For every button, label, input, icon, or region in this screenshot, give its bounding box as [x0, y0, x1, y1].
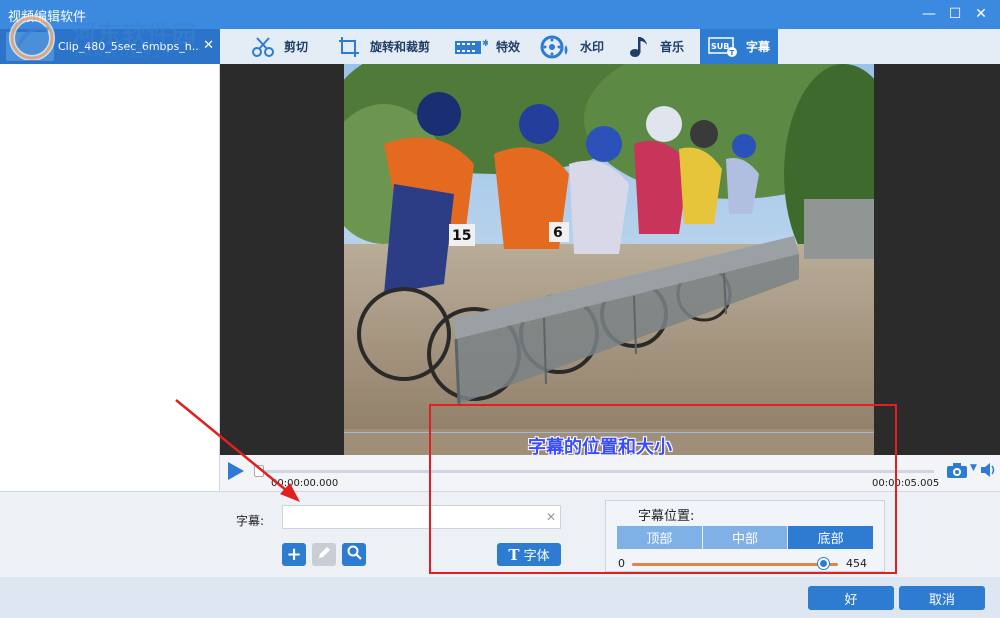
subtitle-label: 字幕: — [236, 514, 265, 528]
title-bar: 视频编辑软件 — ☐ ✕ — [0, 0, 1000, 29]
add-subtitle-button[interactable]: + — [282, 543, 306, 566]
edit-toolbar: 剪切 旋转和裁剪 ✱ 特效 水印 音乐 SUB T 字幕 — [220, 29, 1000, 64]
search-subtitle-button[interactable] — [342, 543, 366, 566]
scissors-icon — [250, 36, 276, 58]
tab-cut[interactable]: 剪切 — [250, 29, 308, 64]
tab-music[interactable]: 音乐 — [626, 29, 684, 64]
music-note-icon — [626, 36, 652, 58]
play-button[interactable] — [228, 462, 244, 480]
tab-effects[interactable]: ✱ 特效 — [454, 29, 520, 64]
video-preview: 15 6 字幕的位置和大小 — [220, 64, 1000, 458]
file-name: Clip_480_5sec_6mbps_h... — [58, 40, 200, 53]
ok-button[interactable]: 好 — [808, 586, 894, 610]
tab-subtitle[interactable]: SUB T 字幕 — [700, 29, 779, 64]
volume-icon[interactable] — [980, 461, 996, 479]
effects-icon: ✱ — [454, 36, 488, 58]
tab-watermark-label: 水印 — [580, 40, 605, 54]
tab-rotate-crop[interactable]: 旋转和裁剪 — [336, 29, 430, 64]
svg-text:T: T — [730, 49, 735, 57]
timeline-handle[interactable] — [254, 465, 264, 477]
tab-effects-label: 特效 — [496, 40, 521, 54]
annotation-highlight-box — [429, 404, 897, 574]
tab-cut-label: 剪切 — [284, 40, 309, 54]
file-tab[interactable]: Clip_480_5sec_6mbps_h... ✕ — [0, 29, 220, 64]
snapshot-camera-icon[interactable] — [946, 462, 968, 479]
minimize-button[interactable]: — — [918, 3, 940, 25]
svg-text:✱: ✱ — [482, 39, 488, 49]
file-list-panel: Clip_480_5sec_6mbps_h... ✕ — [0, 29, 220, 491]
file-thumbnail — [6, 32, 54, 61]
tab-music-label: 音乐 — [660, 40, 685, 54]
pencil-icon — [317, 544, 331, 565]
close-button[interactable]: ✕ — [970, 3, 992, 25]
subtitle-icon: SUB T — [708, 36, 738, 58]
snapshot-dropdown-icon[interactable]: ▼ — [970, 463, 977, 473]
file-close-icon[interactable]: ✕ — [203, 38, 214, 53]
svg-text:SUB: SUB — [711, 42, 729, 51]
bib-number-15: 15 — [452, 228, 471, 244]
bib-number-6: 6 — [553, 225, 563, 241]
tab-rotate-crop-label: 旋转和裁剪 — [370, 40, 431, 54]
video-frame: 15 6 — [344, 64, 874, 455]
dialog-footer: 好 取消 — [0, 577, 1000, 618]
tab-watermark[interactable]: 水印 — [540, 29, 604, 64]
window-title: 视频编辑软件 — [8, 10, 87, 25]
time-start: 00:00:00.000 — [271, 478, 339, 489]
watermark-icon — [540, 35, 572, 58]
maximize-button[interactable]: ☐ — [944, 3, 966, 25]
rotate-crop-icon — [336, 36, 362, 58]
search-icon — [347, 544, 362, 565]
edit-subtitle-button[interactable] — [312, 543, 336, 566]
plus-icon: + — [286, 544, 302, 565]
tab-subtitle-label: 字幕 — [746, 40, 771, 54]
cancel-button[interactable]: 取消 — [899, 586, 985, 610]
